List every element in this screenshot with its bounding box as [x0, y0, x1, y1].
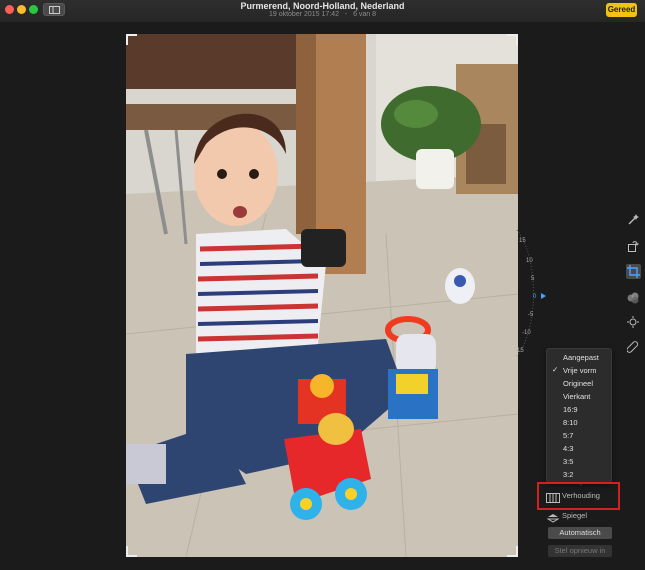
aspect-ratio-menu: ✓ Aangepast Vrije vorm Origineel Vierkan… — [546, 348, 612, 483]
crop-handle-top-right[interactable] — [507, 34, 518, 45]
dial-label-5: 5 — [531, 276, 535, 282]
dial-label-minus-5: -5 — [528, 312, 534, 318]
menu-item-vrije-vorm[interactable]: Vrije vorm — [563, 365, 596, 377]
menu-item-3-5[interactable]: 3:5 — [563, 456, 573, 468]
window-subtitle: 19 oktober 2015 17:42 - 6 van 8 — [0, 11, 645, 18]
done-button[interactable]: Gereed — [606, 3, 637, 17]
filters-icon[interactable] — [627, 291, 639, 304]
retouch-icon[interactable] — [626, 340, 639, 353]
menu-item-origineel[interactable]: Origineel — [563, 378, 593, 390]
title-bar: Purmerend, Noord-Holland, Nederland 19 o… — [0, 0, 645, 22]
window-title: Purmerend, Noord-Holland, Nederland — [240, 1, 405, 11]
dial-label-0: 0 — [533, 294, 537, 300]
menu-item-4-3[interactable]: 4:3 — [563, 443, 573, 455]
menu-item-5-7[interactable]: 5:7 — [563, 430, 573, 442]
photo-canvas[interactable] — [126, 34, 518, 557]
reset-button[interactable]: Stel opnieuw in — [548, 545, 612, 557]
magic-wand-icon[interactable] — [627, 213, 639, 225]
checkmark-icon: ✓ — [552, 365, 559, 374]
crop-icon[interactable] — [626, 264, 641, 279]
dial-label-minus-15: -15 — [515, 348, 524, 354]
menu-item-vierkant[interactable]: Vierkant — [563, 391, 590, 403]
dial-label-10: 10 — [526, 258, 533, 264]
auto-button[interactable]: Automatisch — [548, 527, 612, 539]
adjust-icon[interactable] — [627, 315, 639, 328]
dial-marker — [541, 293, 546, 299]
photo-date: 19 oktober 2015 17:42 — [268, 11, 340, 18]
photo-image — [126, 34, 518, 557]
flip-button[interactable]: Spiegel — [562, 511, 587, 520]
dial-label-minus-10: -10 — [522, 330, 531, 336]
menu-item-16-9[interactable]: 16:9 — [563, 404, 578, 416]
rotation-dial[interactable]: 15 10 5 0 -5 -10 -15 — [515, 228, 547, 358]
highlight-box — [537, 482, 620, 510]
crop-handle-bottom-left[interactable] — [126, 546, 137, 557]
subtitle-separator: - — [344, 11, 348, 18]
photo-position: 6 van 8 — [353, 11, 377, 18]
dial-label-15: 15 — [519, 238, 526, 244]
menu-item-8-10[interactable]: 8:10 — [563, 417, 578, 429]
menu-item-3-2[interactable]: 3:2 — [563, 469, 573, 481]
menu-item-aangepast[interactable]: Aangepast — [563, 352, 599, 364]
crop-handle-top-left[interactable] — [126, 34, 137, 45]
rotate-icon[interactable] — [627, 239, 639, 252]
flip-icon — [546, 510, 560, 528]
crop-handle-bottom-right[interactable] — [507, 546, 518, 557]
